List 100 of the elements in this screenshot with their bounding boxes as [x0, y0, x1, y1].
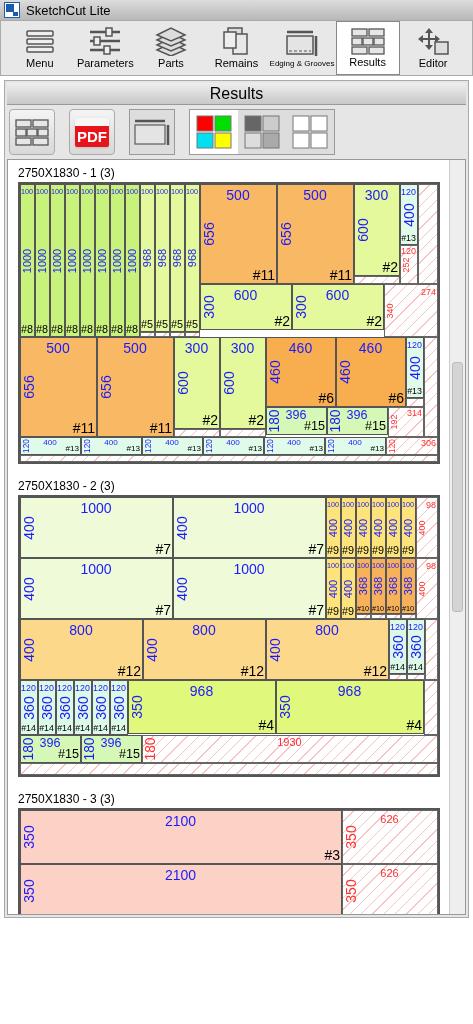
dimension-label: 274 [420, 288, 436, 297]
dimension-label: 626 [380, 868, 399, 879]
dimension-label: 314 [406, 409, 422, 418]
part-number: #14 [75, 724, 90, 733]
dimension-label: 180 [268, 409, 282, 433]
part-number: #13 [126, 444, 140, 453]
dimension-label: 368 [403, 576, 414, 596]
part-number: #12 [240, 664, 264, 678]
dimension-label: 360 [40, 695, 54, 720]
dimension-label: 460 [268, 360, 282, 384]
part-number: #5 [171, 319, 183, 330]
part-number: #15 [58, 748, 79, 761]
dimension-label: 400 [373, 518, 384, 537]
dimension-label: 350 [22, 879, 36, 903]
toolbar-tab[interactable]: Edging & Grooves [270, 21, 335, 75]
app-icon [4, 2, 20, 18]
dimension-label: 350 [22, 825, 36, 849]
part-number: #4 [406, 718, 422, 732]
toolbar-tab[interactable]: Parameters [73, 21, 138, 75]
part-number: #5 [141, 319, 153, 330]
part-number: #9 [327, 606, 339, 617]
dimension-label: 1000 [80, 501, 112, 515]
dimension-label: 396 [285, 409, 307, 422]
dimension-label: 400 [402, 202, 416, 227]
dimension-label: 400 [43, 439, 57, 448]
dimension-label: 300 [364, 188, 389, 202]
part-number: #9 [402, 545, 414, 556]
dimension-label: 350 [278, 695, 292, 719]
toolbar-tab[interactable]: Menu [7, 21, 72, 75]
color-mode-toggle[interactable] [190, 110, 238, 154]
dimension-label: 180 [144, 737, 158, 761]
dimension-label: 400 [348, 439, 362, 448]
part-number: #8 [51, 324, 63, 335]
dimension-label: 120 [111, 684, 126, 693]
part-number: #5 [186, 319, 198, 330]
layout-button[interactable] [9, 109, 55, 155]
part-number: #8 [36, 324, 48, 335]
part-number: #7 [308, 603, 324, 617]
dimension-label: 1000 [37, 248, 48, 273]
scrollbar-thumb[interactable] [452, 362, 463, 612]
dimension-label: 400 [408, 355, 422, 380]
dimension-label: 400 [22, 576, 36, 601]
part-number: #13 [248, 444, 262, 453]
dimension-label: 360 [22, 695, 36, 720]
dimension-label: 300 [202, 295, 216, 319]
toolbar-tab[interactable]: Parts [138, 21, 203, 75]
dimension-label: 800 [192, 623, 216, 637]
scrollbar[interactable] [449, 160, 465, 914]
panel-button[interactable] [129, 109, 175, 155]
toolbar-tab[interactable]: Results [335, 21, 400, 75]
part-number: #13 [401, 234, 416, 243]
swatch-grid-icon [196, 115, 232, 149]
dimension-label: 400 [418, 581, 427, 596]
sheet-title: 2750X1830 - 2 (3) [18, 479, 116, 494]
dimension-label: 1000 [22, 248, 33, 273]
part-number: #13 [407, 387, 422, 396]
dimension-label: 300 [184, 341, 209, 355]
part-number: #11 [72, 421, 95, 435]
dimension-label: 360 [58, 695, 72, 720]
dimension-label: 400 [403, 518, 414, 537]
layout-grid-icon [349, 26, 386, 55]
dimension-label: 360 [112, 695, 126, 720]
part-number: #9 [357, 545, 369, 556]
dimension-label: 120 [401, 188, 416, 197]
pdf-button[interactable]: PDF [69, 109, 115, 155]
dimension-label: 400 [22, 637, 36, 662]
toolbar-tab[interactable]: Editor [401, 21, 466, 75]
dimension-label: 656 [279, 222, 293, 246]
dimension-label: 600 [222, 371, 236, 395]
part-number: #13 [309, 444, 323, 453]
part-number: #7 [308, 542, 324, 556]
dimension-label: 1000 [80, 562, 112, 576]
dimension-label: 968 [157, 248, 168, 268]
dimension-label: 400 [343, 579, 354, 598]
dimension-label: 360 [94, 695, 108, 720]
dimension-label: 120 [57, 684, 72, 693]
dimension-label: 252 [402, 257, 411, 272]
part-number: #8 [96, 324, 108, 335]
dimension-label: 350 [344, 879, 358, 903]
toolbar-tab[interactable]: Remains [204, 21, 269, 75]
dimension-label: 120 [75, 684, 90, 693]
dimension-label: 968 [187, 248, 198, 268]
dimension-label: 396 [100, 737, 122, 750]
dimension-label: 500 [123, 341, 147, 355]
part-number: #8 [66, 324, 78, 335]
part-number: #9 [387, 545, 399, 556]
dimension-label: 2100 [164, 868, 197, 882]
part-number: #9 [327, 545, 339, 556]
dimension-label: 368 [373, 576, 384, 596]
part-number: #13 [187, 444, 201, 453]
part-number: #2 [274, 314, 290, 328]
dimension-label: 360 [391, 634, 405, 659]
part-number: #7 [155, 603, 171, 617]
part-number: #14 [93, 724, 108, 733]
dimension-label: 180 [22, 737, 36, 761]
dimension-label: 400 [22, 515, 36, 540]
part-number: #2 [248, 413, 264, 427]
dimension-label: 300 [230, 341, 255, 355]
dimension-label: 120 [407, 341, 422, 350]
dimension-label: 360 [409, 634, 423, 659]
